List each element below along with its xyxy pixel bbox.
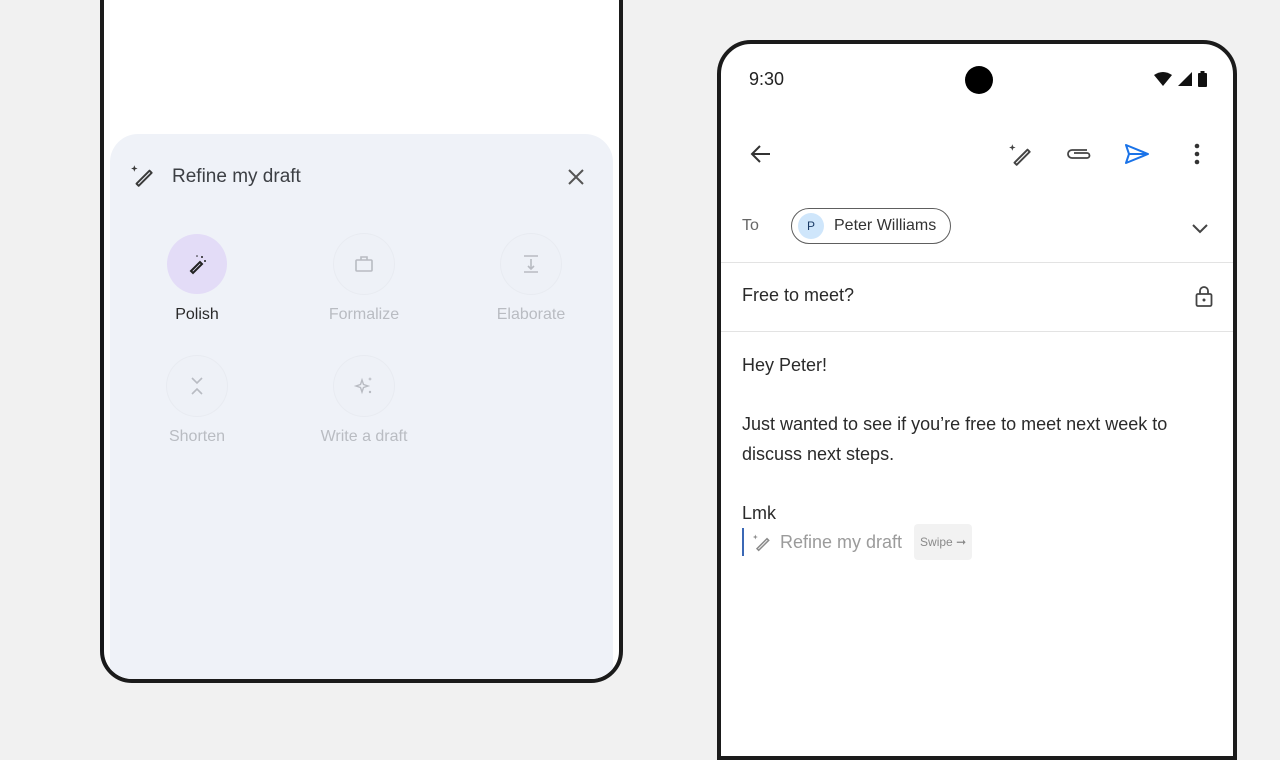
close-button[interactable] <box>563 164 589 190</box>
option-label: Elaborate <box>496 306 566 323</box>
avatar: P <box>798 213 824 239</box>
briefcase-icon <box>334 234 394 294</box>
camera-cutout <box>965 66 993 94</box>
signal-icon <box>1178 72 1192 86</box>
body-greeting: Hey Peter! <box>742 355 828 375</box>
recipient-chip[interactable]: P Peter Williams <box>791 208 952 244</box>
refine-suggestion[interactable]: Refine my draft Swipe ➞ <box>742 524 1209 560</box>
back-arrow-icon <box>750 145 770 163</box>
to-row: To P Peter Williams <box>721 200 1233 263</box>
send-icon <box>1125 144 1149 164</box>
option-write-a-draft[interactable]: Write a draft <box>299 356 429 446</box>
refine-button[interactable] <box>1001 132 1041 176</box>
more-button[interactable] <box>1177 132 1217 176</box>
email-body[interactable]: Hey Peter! Just wanted to see if you’re … <box>742 350 1209 560</box>
battery-icon <box>1198 71 1207 87</box>
chevron-down-icon <box>1192 224 1208 234</box>
status-icons <box>1154 71 1207 87</box>
compose-toolbar <box>721 132 1233 180</box>
collapse-vertical-icon <box>167 356 227 416</box>
sheet-header: Refine my draft <box>130 160 589 194</box>
magic-pen-icon <box>752 534 770 552</box>
close-icon <box>568 169 584 185</box>
suggestion-label[interactable]: Refine my draft <box>780 527 902 557</box>
sparkle-icon <box>334 356 394 416</box>
option-shorten[interactable]: Shorten <box>132 356 262 446</box>
send-button[interactable] <box>1117 132 1157 176</box>
subject-field[interactable]: Free to meet? <box>742 285 854 306</box>
expand-recipients-button[interactable] <box>1185 214 1215 244</box>
to-label: To <box>742 217 759 234</box>
back-button[interactable] <box>741 132 781 176</box>
left-phone: Refine my draft Polish Formalize Elabora… <box>100 0 623 683</box>
right-phone: 9:30 To P Peter Williams Free to meet? H… <box>717 40 1237 760</box>
option-polish[interactable]: Polish <box>132 234 262 324</box>
magic-wand-icon <box>167 234 227 294</box>
magic-pen-icon <box>130 162 156 193</box>
swipe-hint: Swipe ➞ <box>914 524 973 560</box>
option-formalize[interactable]: Formalize <box>299 234 429 324</box>
option-label: Write a draft <box>320 428 408 445</box>
lock-icon[interactable] <box>1195 285 1213 312</box>
refine-sheet: Refine my draft Polish Formalize Elabora… <box>110 134 613 679</box>
attach-button[interactable] <box>1059 132 1099 176</box>
sheet-title: Refine my draft <box>172 166 301 187</box>
option-label: Formalize <box>328 306 400 323</box>
option-label: Shorten <box>168 428 226 445</box>
attach-icon <box>1067 149 1091 159</box>
recipient-name: Peter Williams <box>834 217 937 234</box>
expand-vertical-icon <box>501 234 561 294</box>
wifi-icon <box>1154 72 1172 86</box>
status-time: 9:30 <box>749 69 785 89</box>
status-bar: 9:30 <box>721 44 1233 114</box>
option-elaborate[interactable]: Elaborate <box>466 234 596 324</box>
body-signoff: Lmk <box>742 503 777 523</box>
option-label: Polish <box>175 306 219 323</box>
text-cursor <box>742 528 744 556</box>
body-paragraph: Just wanted to see if you’re free to mee… <box>742 414 1168 464</box>
subject-row[interactable]: Free to meet? <box>721 263 1233 332</box>
magic-pen-icon <box>1009 144 1031 166</box>
more-vert-icon <box>1194 143 1200 165</box>
